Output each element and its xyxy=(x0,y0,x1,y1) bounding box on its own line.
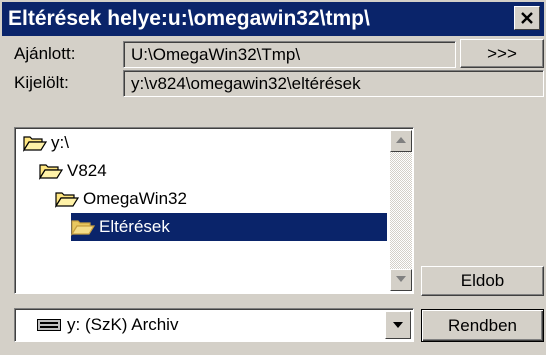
folder-tree[interactable]: y:\ V824 OmegaWin32 Eltérések xyxy=(14,127,414,294)
close-button[interactable] xyxy=(514,6,540,30)
folder-item[interactable]: V824 xyxy=(39,157,383,185)
folder-label: V824 xyxy=(67,161,107,180)
folder-item-selected[interactable]: Eltérések xyxy=(71,213,387,241)
window-title: Eltérések helye:u:\omegawin32\tmp\ xyxy=(8,7,370,30)
selected-label: Kijelölt: xyxy=(14,73,69,92)
open-folder-icon xyxy=(71,220,95,236)
discard-button[interactable]: Eldob xyxy=(421,266,544,296)
folder-label: y:\ xyxy=(51,133,69,152)
arrow-down-icon xyxy=(396,276,406,282)
folder-item[interactable]: OmegaWin32 xyxy=(55,185,383,213)
open-folder-icon xyxy=(23,136,47,152)
ok-button[interactable]: Rendben xyxy=(421,309,544,342)
drive-icon xyxy=(37,319,61,331)
scroll-up-button[interactable] xyxy=(390,130,412,152)
folder-item[interactable]: y:\ xyxy=(23,129,383,157)
recommended-path-field: U:\OmegaWin32\Tmp\ xyxy=(123,41,456,68)
drive-dropdown-button[interactable] xyxy=(385,311,411,339)
folder-label: Eltérések xyxy=(99,217,170,236)
open-folder-icon xyxy=(55,192,79,208)
title-bar[interactable]: Eltérések helye:u:\omegawin32\tmp\ xyxy=(2,2,544,36)
open-folder-icon xyxy=(39,164,63,180)
chevron-down-icon xyxy=(393,322,403,328)
arrow-up-icon xyxy=(396,137,406,143)
selected-path-field: y:\v824\omegawin32\eltérések xyxy=(123,70,544,97)
folder-label: OmegaWin32 xyxy=(83,189,187,208)
recommended-label: Ajánlott: xyxy=(14,44,76,63)
drive-select-value: y: (SzK) Archiv xyxy=(67,315,179,334)
scroll-down-button[interactable] xyxy=(390,269,412,291)
folder-select-dialog: Eltérések helye:u:\omegawin32\tmp\ Ajánl… xyxy=(0,0,546,355)
vertical-scrollbar[interactable] xyxy=(390,130,412,291)
drive-select[interactable]: y: (SzK) Archiv xyxy=(14,308,414,342)
close-icon xyxy=(521,12,533,24)
apply-recommended-button[interactable]: >>> xyxy=(460,39,544,68)
